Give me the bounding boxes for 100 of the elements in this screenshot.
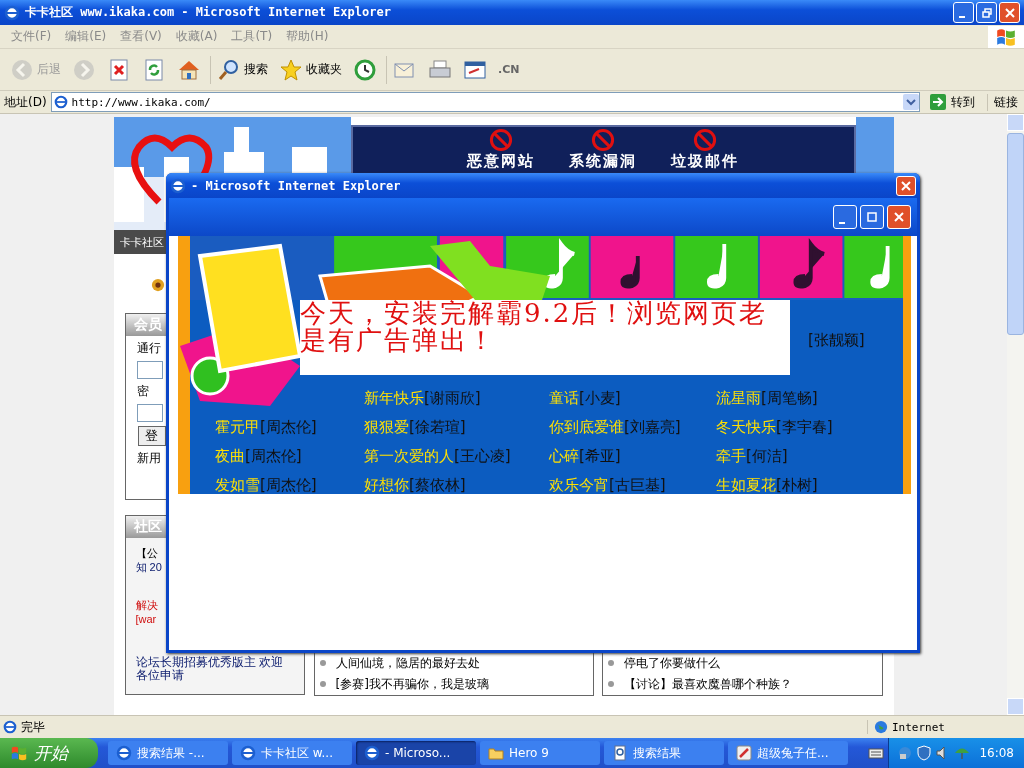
- alert-link[interactable]: 解决: [135, 598, 158, 612]
- minimize-button[interactable]: [833, 205, 857, 229]
- favorites-button[interactable]: 收藏夹: [275, 55, 346, 84]
- menu-item[interactable]: 编辑(E): [58, 28, 114, 45]
- shield-icon[interactable]: [916, 745, 933, 761]
- menu-item[interactable]: 帮助(H): [279, 28, 336, 45]
- menu-item[interactable]: 工具(T): [224, 28, 280, 45]
- topic-link[interactable]: 停电了你要做什么: [624, 654, 720, 672]
- taskbar-button[interactable]: 搜索结果 -...: [108, 741, 228, 765]
- globe-icon: [874, 720, 888, 734]
- song-link[interactable]: 夜曲[周杰伦]: [215, 447, 302, 465]
- close-icon: [894, 212, 904, 222]
- song-link[interactable]: 牵手[何洁]: [716, 447, 788, 465]
- links-button[interactable]: 链接: [987, 93, 1024, 111]
- topic-link[interactable]: [参赛]我不再骗你，我是玻璃: [335, 675, 489, 693]
- news-link[interactable]: 【公: [135, 546, 158, 560]
- bullet-icon: [319, 660, 326, 666]
- taskbar-button[interactable]: - Microso...: [356, 741, 476, 765]
- keyboard-icon[interactable]: [868, 747, 884, 759]
- close-icon: [1004, 7, 1015, 18]
- close-button[interactable]: [887, 205, 911, 229]
- song-link[interactable]: 第一次爱的人[王心凌]: [364, 447, 511, 465]
- taskbar-button[interactable]: Hero 9: [480, 741, 600, 765]
- restore-button[interactable]: [976, 2, 997, 23]
- taskbar-button[interactable]: 超级兔子任...: [728, 741, 848, 765]
- alert-link[interactable]: [war: [135, 612, 157, 626]
- search-button[interactable]: 搜索: [210, 55, 272, 84]
- cn-button[interactable]: .CN: [494, 61, 524, 78]
- close-button[interactable]: [896, 175, 916, 196]
- page-icon: [3, 720, 17, 734]
- clock: 16:08: [979, 746, 1014, 760]
- menu-item[interactable]: 查看(V): [113, 28, 169, 45]
- clock-icon: [353, 57, 377, 82]
- document-icon: [612, 745, 628, 761]
- go-button[interactable]: 转到: [924, 93, 983, 111]
- browser-icon: [4, 4, 20, 21]
- nav-link[interactable]: 卡卡社区: [119, 234, 164, 250]
- scrollbar[interactable]: [1007, 114, 1024, 715]
- minimize-button[interactable]: [953, 2, 974, 23]
- restore-icon: [981, 7, 992, 18]
- zone-text: Internet: [892, 720, 945, 734]
- arrow-icon: [930, 94, 946, 110]
- close-button[interactable]: [999, 2, 1020, 23]
- maximize-button[interactable]: [860, 205, 884, 229]
- song-link[interactable]: 狠狠爱[徐若瑄]: [364, 418, 466, 436]
- start-button[interactable]: 开始: [0, 738, 98, 768]
- banner-text: 垃圾邮件: [671, 152, 739, 170]
- window-title: - Microsoft Internet Explorer: [191, 178, 402, 193]
- news-link[interactable]: 知 20: [135, 560, 162, 574]
- banner-text: 系统漏洞: [569, 152, 637, 170]
- username-field[interactable]: [136, 361, 163, 379]
- browser-icon: [170, 177, 186, 194]
- maximize-icon: [867, 212, 877, 222]
- song-link[interactable]: 流星雨[周笔畅]: [716, 389, 818, 407]
- app-icon: [736, 745, 752, 761]
- password-field[interactable]: [136, 404, 163, 422]
- login-button[interactable]: 登: [137, 426, 166, 446]
- topic-link[interactable]: 人间仙境，隐居的最好去处: [335, 654, 480, 672]
- windows-logo-icon: [988, 25, 1024, 48]
- browser-icon: [240, 745, 256, 761]
- refresh-icon: [142, 57, 166, 82]
- prohibition-icon: [591, 128, 615, 152]
- network-icon[interactable]: [897, 745, 914, 761]
- prohibition-icon: [693, 128, 717, 152]
- news-link[interactable]: 论坛长期招募优秀版主 欢迎各位申请: [135, 656, 286, 682]
- bullet-icon: [319, 681, 326, 687]
- windows-logo-icon: [10, 744, 28, 762]
- song-link[interactable]: [张靓颖]: [808, 331, 865, 349]
- song-link[interactable]: 生如夏花[朴树]: [716, 476, 818, 494]
- folder-icon: [488, 745, 504, 761]
- browser-icon: [116, 745, 132, 761]
- song-link[interactable]: 心碎[希亚]: [549, 447, 621, 465]
- browser-icon: [364, 745, 380, 761]
- dropdown-icon[interactable]: [903, 94, 919, 110]
- song-link[interactable]: 发如雪[周杰伦]: [215, 476, 317, 494]
- song-link[interactable]: 新年快乐[谢雨欣]: [364, 389, 481, 407]
- bullet-icon: [608, 681, 614, 687]
- song-link[interactable]: 童话[小麦]: [549, 389, 621, 407]
- address-label: 地址(D): [4, 93, 47, 111]
- song-link[interactable]: 好想你[蔡依林]: [364, 476, 466, 494]
- caption-text: 今天，安装完解霸9.2后！浏览网页老是有广告弹出！: [300, 300, 769, 355]
- menu-item[interactable]: 收藏(A): [168, 28, 225, 45]
- emblem-icon: [150, 278, 165, 292]
- panel-title: 会员: [133, 316, 162, 334]
- taskbar-button[interactable]: 搜索结果: [604, 741, 724, 765]
- song-link[interactable]: 你到底爱谁[刘嘉亮]: [549, 418, 681, 436]
- panel-title: 社区: [133, 518, 162, 536]
- search-icon: [217, 57, 241, 82]
- song-link[interactable]: 霍元甲[周杰伦]: [215, 418, 317, 436]
- song-link[interactable]: 冬天快乐[李宇春]: [716, 418, 833, 436]
- taskbar-button[interactable]: 卡卡社区 w...: [232, 741, 352, 765]
- page-icon: [53, 95, 68, 109]
- topic-link[interactable]: 【讨论】最喜欢魔兽哪个种族？: [624, 675, 792, 693]
- menu-item[interactable]: 文件(F): [4, 28, 59, 45]
- minimize-icon: [959, 16, 965, 18]
- register-link[interactable]: 新用: [136, 450, 161, 467]
- bullet-icon: [608, 660, 614, 666]
- address-field[interactable]: http://www.ikaka.com/: [50, 92, 920, 112]
- star-icon: [279, 57, 303, 82]
- song-link[interactable]: 欢乐今宵[古巨基]: [549, 476, 666, 494]
